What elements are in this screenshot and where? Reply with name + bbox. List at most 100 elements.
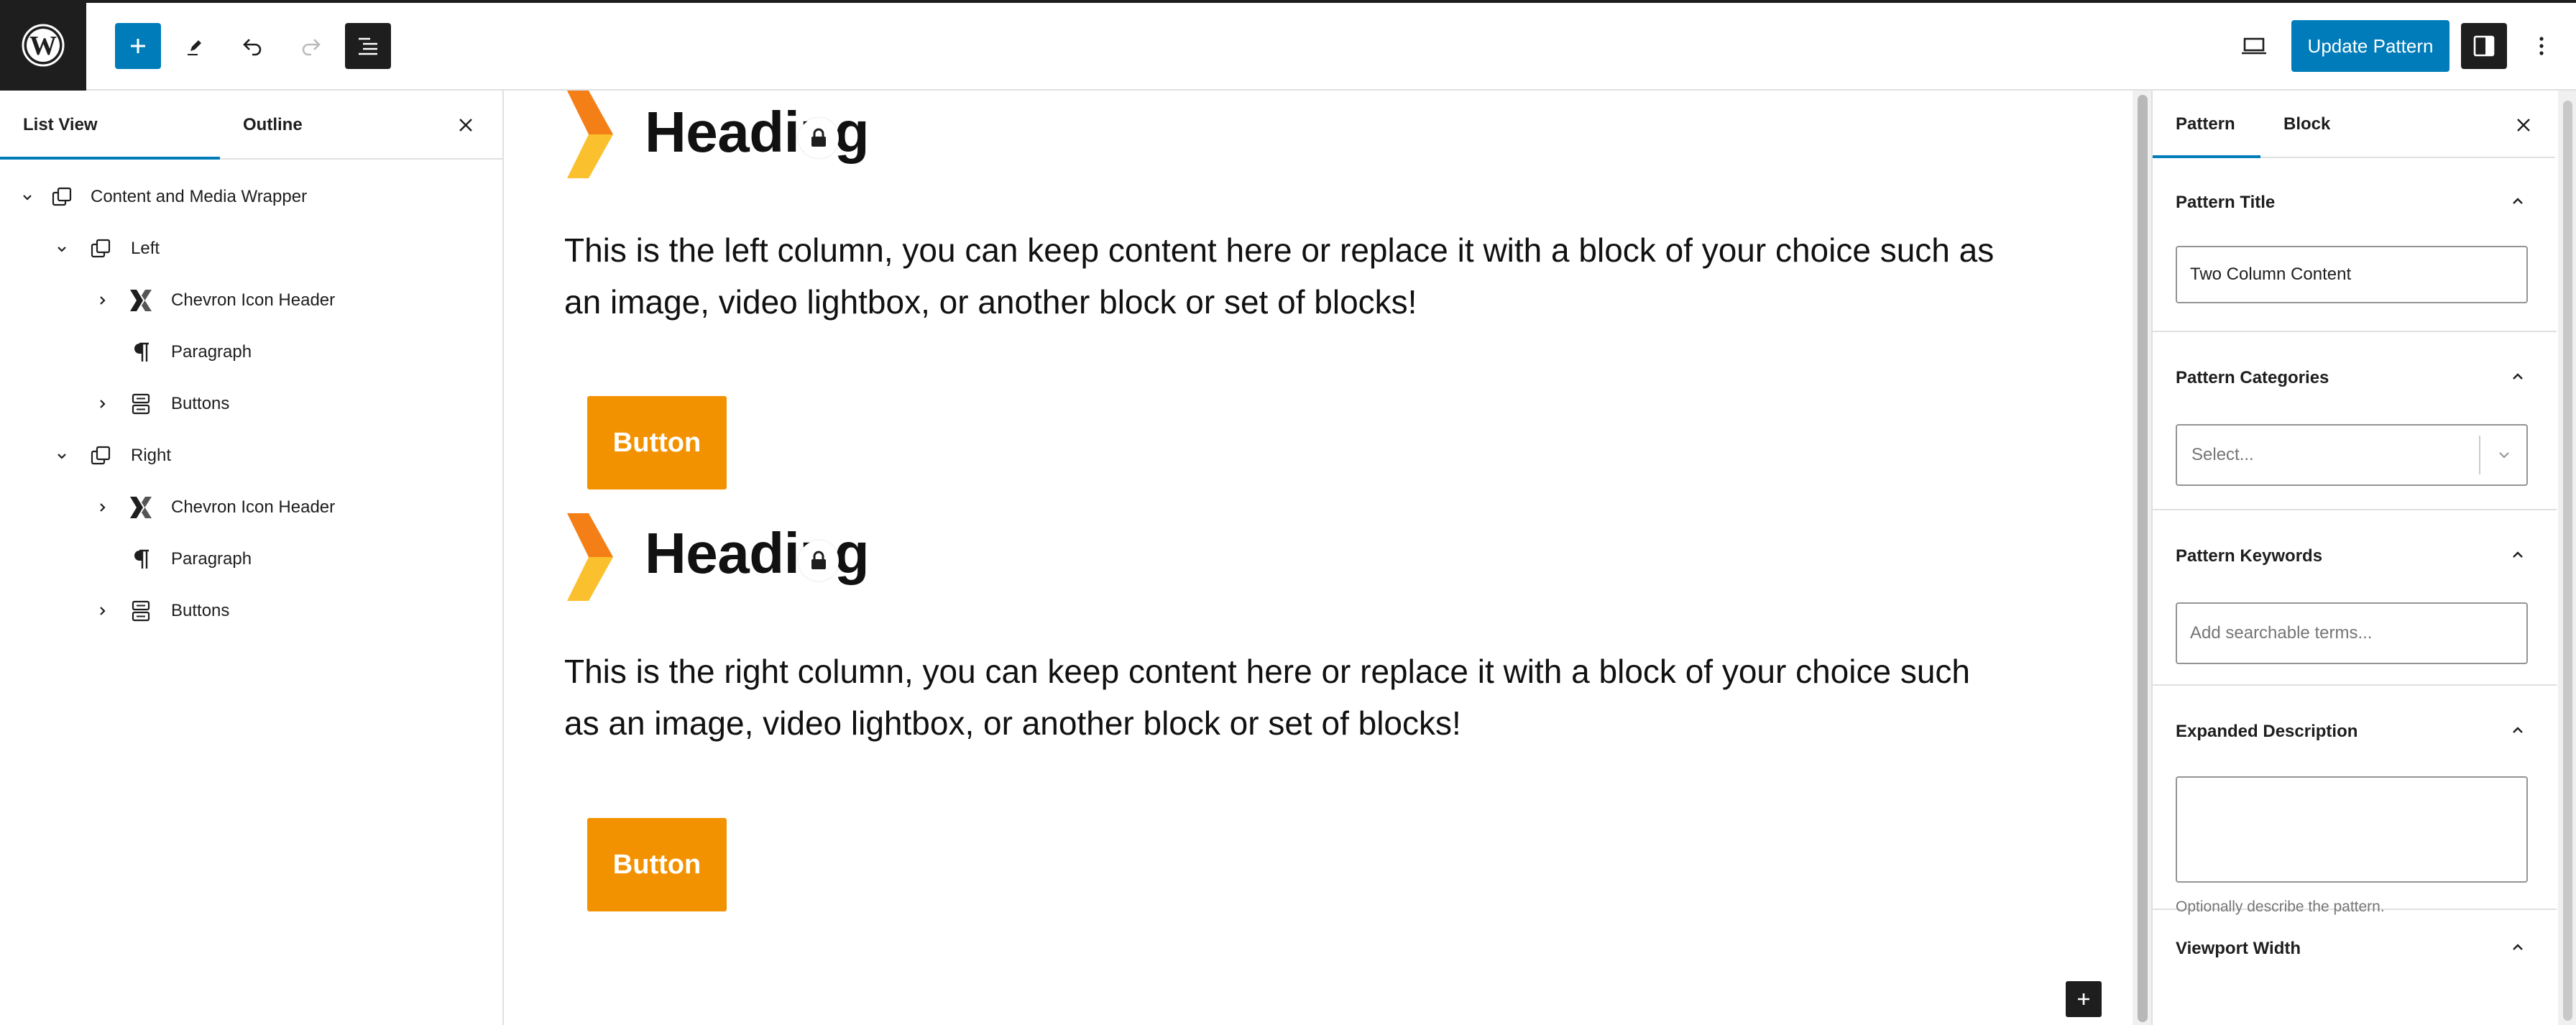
chevron-down-icon[interactable] [52,446,72,466]
chevron-mark-icon [567,91,613,178]
right-paragraph-line1: This is the right column, you can keep c… [564,653,1971,690]
chevron-up-icon[interactable] [2503,187,2532,216]
wordpress-logo-icon[interactable]: W [0,0,86,91]
desktop-preview-icon [2242,37,2266,55]
group-icon [86,234,115,263]
close-icon [459,119,472,132]
tree-item-buttons[interactable]: Buttons [0,588,502,634]
tree-item-label: Chevron Icon Header [171,290,336,310]
undo-button[interactable] [230,23,276,69]
list-view-icon [359,37,377,55]
tree-item-chevron-icon-header[interactable]: Chevron Icon Header [0,484,502,530]
plus-icon [2078,993,2089,1005]
paragraph-icon [126,545,155,574]
tree-item-label: Buttons [171,394,230,413]
section-title: Pattern Keywords [2176,546,2323,566]
left-button[interactable]: Button [587,396,727,489]
settings-sidebar: Pattern Block Pattern Title Pattern Cate… [2151,91,2576,1025]
more-vertical-icon [2539,37,2544,55]
section-title: Expanded Description [2176,722,2358,741]
chevron-up-icon[interactable] [2503,362,2532,391]
tree-item-label: Paragraph [171,549,252,569]
chevron-right-icon[interactable] [92,394,112,414]
chevron-down-icon[interactable] [17,187,37,207]
settings-scrollbar[interactable] [2558,91,2576,1025]
expanded-description-section: Expanded Description Optionally describe… [2153,686,2557,915]
canvas-scrollbar[interactable] [2133,91,2153,1025]
viewport-width-section: Viewport Width [2153,910,2557,1025]
left-paragraph-line2: an image, video lightbox, or another blo… [564,283,1417,321]
select-placeholder: Select... [2191,445,2254,464]
tree-item-chevron-icon-header[interactable]: Chevron Icon Header [0,277,502,323]
pattern-keywords-section: Pattern Keywords [2153,510,2557,686]
add-block-button[interactable] [115,23,161,69]
preview-button[interactable] [2231,23,2277,69]
chevron-up-icon[interactable] [2503,933,2532,962]
plus-icon [131,39,145,53]
section-title: Pattern Title [2176,193,2276,212]
chevron-mark-icon [567,513,613,601]
chevron-right-icon[interactable] [92,601,112,621]
tree-item-label: Left [131,239,160,258]
redo-button[interactable] [288,23,334,69]
pattern-keywords-input[interactable] [2176,602,2528,664]
buttons-icon [126,390,155,418]
tab-list-view[interactable]: List View [23,91,98,160]
update-pattern-button[interactable]: Update Pattern [2291,20,2450,72]
lock-icon[interactable] [799,118,839,158]
settings-button[interactable] [2461,23,2507,69]
editor-canvas[interactable]: Heading This is the left column, you can… [504,91,2133,1025]
tree-item-label: Content and Media Wrapper [91,187,308,206]
tree-item-buttons[interactable]: Buttons [0,381,502,427]
section-title: Pattern Categories [2176,368,2329,387]
pattern-categories-select[interactable]: Select... [2176,424,2528,486]
right-button[interactable]: Button [587,818,727,911]
tree-item-label: Right [131,446,172,465]
tree-item-content-wrapper[interactable]: Content and Media Wrapper [0,174,502,220]
tree-item-label: Chevron Icon Header [171,497,336,517]
tree-item-paragraph[interactable]: Paragraph [0,536,502,582]
tab-block[interactable]: Block [2283,91,2330,158]
lock-icon[interactable] [799,541,839,581]
settings-scrollbar-thumb[interactable] [2563,101,2572,1021]
section-title: Viewport Width [2176,939,2301,958]
pattern-title-input[interactable] [2176,246,2528,303]
group-icon [86,441,115,470]
close-list-view-button[interactable] [446,105,486,145]
tree-item-label: Buttons [171,601,230,620]
chevron-right-icon[interactable] [92,290,112,311]
settings-tabs: Pattern Block [2153,91,2555,158]
tab-pattern[interactable]: Pattern [2176,91,2235,158]
tab-outline[interactable]: Outline [243,91,303,160]
left-paragraph-line1: This is the left column, you can keep co… [564,231,1995,269]
tree-item-label: Paragraph [171,342,252,362]
group-icon [47,183,76,211]
active-tab-indicator [2153,155,2260,158]
tree-item-paragraph[interactable]: Paragraph [0,329,502,375]
canvas-add-block-button[interactable] [2066,981,2102,1017]
chevron-right-icon[interactable] [92,497,112,518]
list-view-tabs: List View Outline [0,91,502,160]
buttons-icon [126,597,155,625]
left-paragraph[interactable]: This is the left column, you can keep co… [564,224,2102,328]
canvas-scrollbar-thumb[interactable] [2138,95,2148,1022]
chevron-down-icon[interactable] [52,239,72,259]
chevron-up-icon[interactable] [2503,716,2532,745]
expanded-description-textarea[interactable] [2176,776,2528,883]
right-paragraph[interactable]: This is the right column, you can keep c… [564,645,2102,749]
svg-text:W: W [29,31,57,61]
pattern-categories-section: Pattern Categories Select... [2153,332,2557,510]
close-icon [2517,119,2530,132]
active-tab-indicator [0,157,220,160]
chevron-down-icon[interactable] [2482,426,2526,484]
chevron-header-icon [126,286,155,315]
tools-button[interactable] [172,23,218,69]
close-settings-button[interactable] [2503,105,2544,145]
chevron-up-icon[interactable] [2503,541,2532,569]
options-button[interactable] [2518,23,2564,69]
pattern-title-section: Pattern Title [2153,160,2557,332]
tree-item-right[interactable]: Right [0,433,502,479]
pencil-icon [188,40,201,55]
document-overview-button[interactable] [345,23,391,69]
tree-item-left[interactable]: Left [0,226,502,272]
